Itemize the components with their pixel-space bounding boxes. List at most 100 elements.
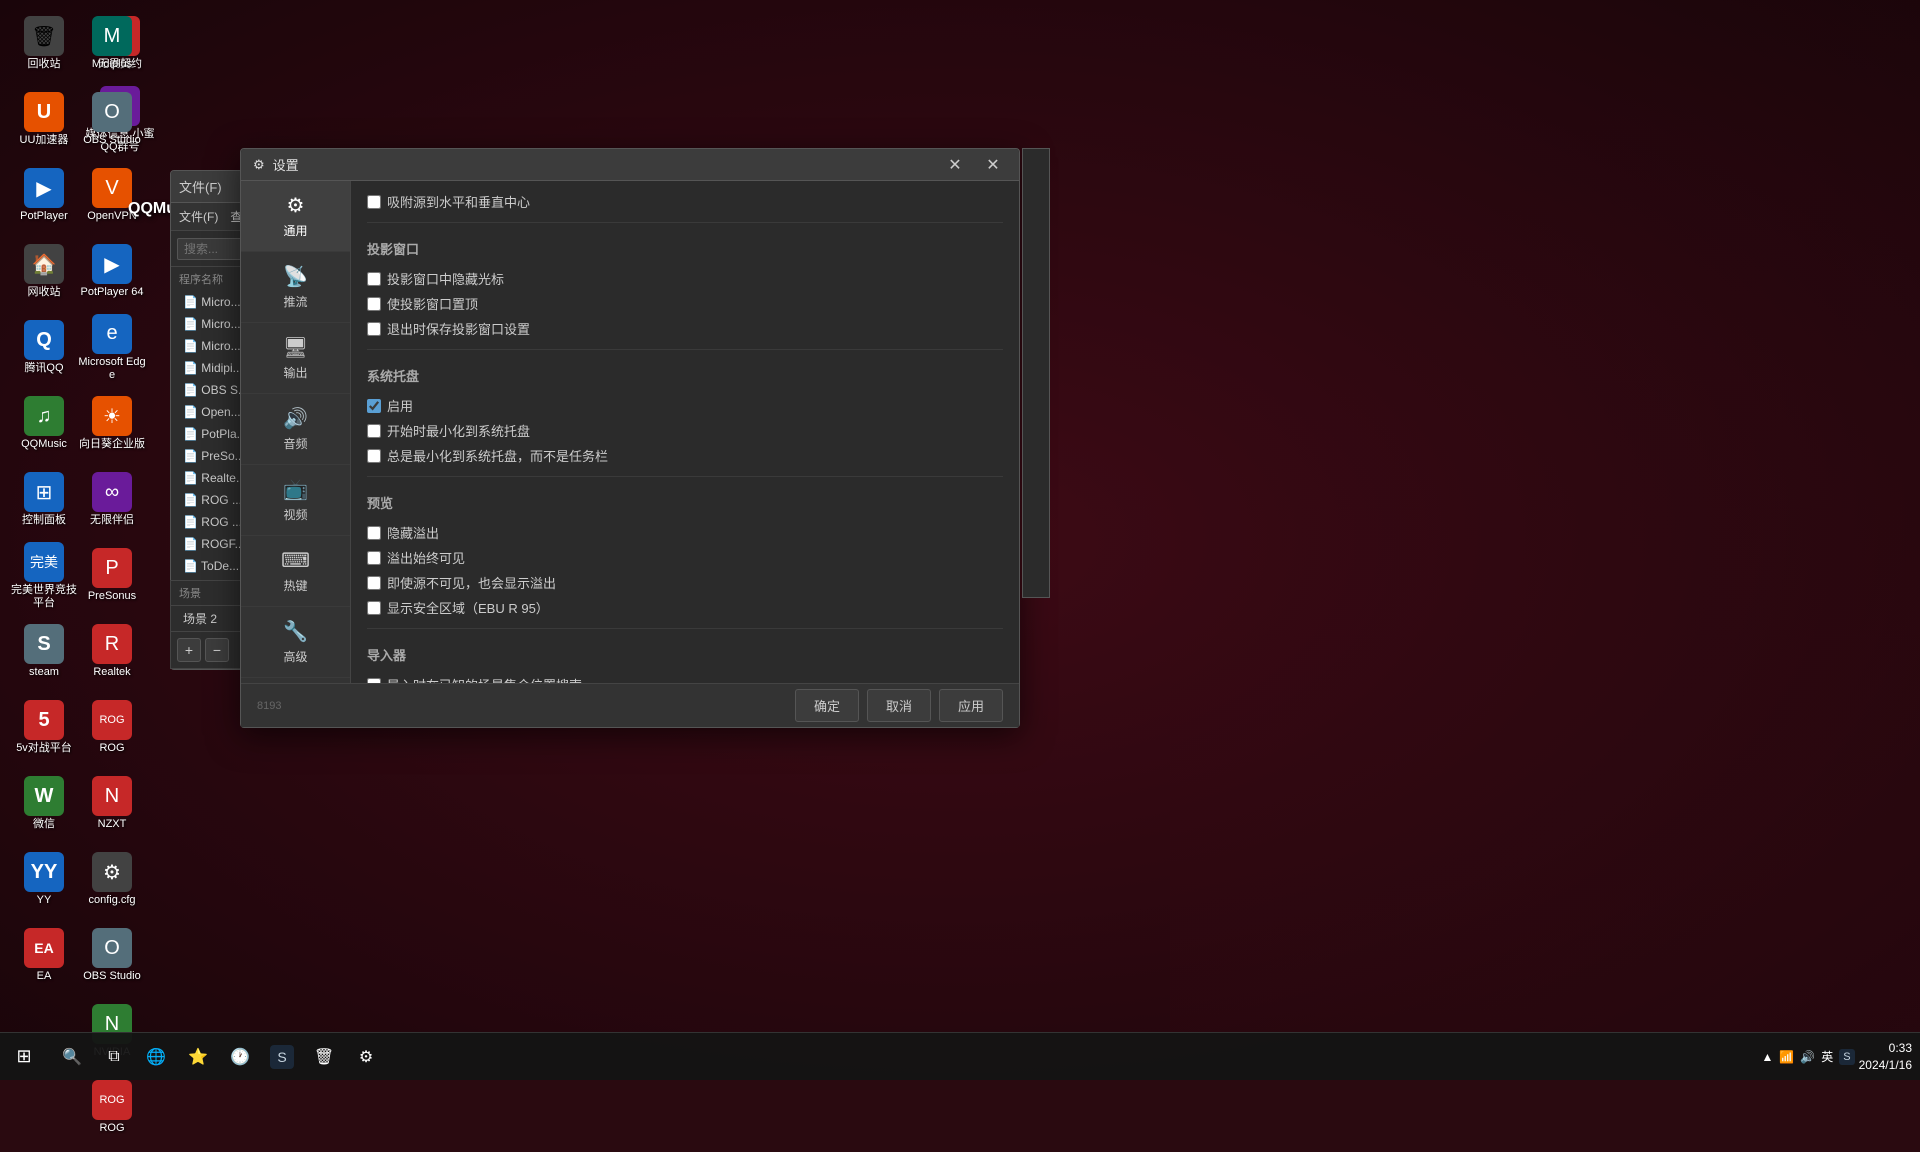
volume-icon[interactable]: 🔊 xyxy=(1800,1050,1815,1064)
fe-menu-file[interactable]: 文件(F) xyxy=(179,208,218,225)
icon-nzxt[interactable]: N NZXT xyxy=(76,768,148,840)
fe-title: 文件(F) xyxy=(179,177,222,196)
label-safe-area[interactable]: 显示安全区域（EBU R 95） xyxy=(367,598,549,617)
icon-perfect[interactable]: 完美 完美世界竞技平台 xyxy=(8,540,80,612)
tray-enable-text: 启用 xyxy=(387,396,413,415)
nav-general[interactable]: ⚙ 通用 xyxy=(241,181,350,252)
tray-always-text: 总是最小化到系统托盘，而不是任务栏 xyxy=(387,446,608,465)
cb-safe-area[interactable] xyxy=(367,601,381,615)
label-hide-cursor[interactable]: 投影窗口中隐藏光标 xyxy=(367,269,504,288)
pre-label: PreSonus xyxy=(88,590,136,603)
icon-ea[interactable]: EA EA xyxy=(8,920,80,992)
yy-icon: YY xyxy=(24,852,64,892)
nav-output[interactable]: 🖥 输出 xyxy=(241,323,350,394)
steam-sys-icon[interactable]: S xyxy=(1839,1049,1854,1065)
cb-tray-minimize[interactable] xyxy=(367,424,381,438)
icon-controlpanel[interactable]: ⊞ 控制面板 xyxy=(8,464,80,536)
cb-proj-topmost[interactable] xyxy=(367,297,381,311)
label-snap-center[interactable]: 吸附源到水平和垂直中心 xyxy=(367,192,530,211)
start-button[interactable]: ⊞ xyxy=(0,1033,48,1081)
icon-edge[interactable]: e Microsoft Edge xyxy=(76,312,148,384)
taskbar-steam[interactable]: S xyxy=(262,1037,302,1077)
nav-video[interactable]: 📺 视频 xyxy=(241,465,350,536)
icon-obs2[interactable]: O OBS Studio xyxy=(76,920,148,992)
icon-rog2[interactable]: ROG ROG xyxy=(76,1072,148,1144)
rtk-icon: R xyxy=(92,624,132,664)
cb-overflow-visible[interactable] xyxy=(367,551,381,565)
icon-pot64[interactable]: ▶ PotPlayer 64 xyxy=(76,236,148,308)
icon-openvpn[interactable]: V OpenVPN xyxy=(76,160,148,232)
icon-sunflower[interactable]: ☀ 向日葵企业版 xyxy=(76,388,148,460)
icon-qqmusic[interactable]: ♫ QQMusic xyxy=(8,388,80,460)
icon-realtek[interactable]: R Realtek xyxy=(76,616,148,688)
cb-hide-overflow[interactable] xyxy=(367,526,381,540)
network-icon[interactable]: 📶 xyxy=(1779,1050,1794,1064)
recycle-label: 回收站 xyxy=(28,58,61,71)
cb-snap-center[interactable] xyxy=(367,195,381,209)
taskbar-search[interactable]: 🔍 xyxy=(52,1037,92,1077)
icon-uu[interactable]: U UU加速器 xyxy=(8,84,80,156)
icon-potplayer[interactable]: ▶ PotPlayer xyxy=(8,160,80,232)
uu-label: UU加速器 xyxy=(20,134,69,147)
row-overflow-invisible: 即使源不可见，也会显示溢出 xyxy=(367,570,1003,595)
taskbar-clock[interactable]: 🕐 xyxy=(220,1037,260,1077)
nav-stream[interactable]: 📡 推流 xyxy=(241,252,350,323)
cp-icon: ⊞ xyxy=(24,472,64,512)
qq-label: 腾讯QQ xyxy=(24,362,63,375)
apply-button[interactable]: 应用 xyxy=(939,689,1003,722)
sun-icon: ☀ xyxy=(92,396,132,436)
icon-infinite[interactable]: ∞ 无限伴侣 xyxy=(76,464,148,536)
nav-advanced[interactable]: 🔧 高级 xyxy=(241,607,350,678)
caret-icon[interactable]: ▲ xyxy=(1761,1050,1773,1064)
cb-tray-always[interactable] xyxy=(367,449,381,463)
taskbar-taskview[interactable]: ⧉ xyxy=(94,1037,134,1077)
label-proj-topmost[interactable]: 使投影窗口置顶 xyxy=(367,294,478,313)
icon-wechat[interactable]: W 微信 xyxy=(8,768,80,840)
taskbar-recycle[interactable]: 🗑 xyxy=(304,1037,344,1077)
label-overflow-invisible[interactable]: 即使源不可见，也会显示溢出 xyxy=(367,573,556,592)
icon-rog1[interactable]: ROG ROG xyxy=(76,692,148,764)
stream-icon: 📡 xyxy=(283,264,308,289)
taskbar-settings[interactable]: ⚙ xyxy=(346,1037,386,1077)
bin-icon: 🏠 xyxy=(24,244,64,284)
dialog-close-btn[interactable]: ✕ xyxy=(941,151,969,179)
icon-midiplus[interactable]: M Midiplus xyxy=(76,8,148,80)
dialog-close-btn2[interactable]: ✕ xyxy=(979,151,1007,179)
label-tray-minimize[interactable]: 开始时最小化到系统托盘 xyxy=(367,421,530,440)
ime-icon[interactable]: 英 xyxy=(1821,1048,1833,1065)
icon-obs[interactable]: O OBS Studio xyxy=(76,84,148,156)
scene-add-btn[interactable]: + xyxy=(177,638,201,662)
ok-button[interactable]: 确定 xyxy=(795,689,859,722)
row-tray-enable: 启用 xyxy=(367,393,1003,418)
label-tray-always[interactable]: 总是最小化到系统托盘，而不是任务栏 xyxy=(367,446,608,465)
taskbar-clock-display[interactable]: 0:33 2024/1/16 xyxy=(1859,1040,1912,1074)
icon-qq[interactable]: Q 腾讯QQ xyxy=(8,312,80,384)
icon-recycle[interactable]: 🗑 回收站 xyxy=(8,8,80,80)
qqmusic-icon: ♫ xyxy=(24,396,64,436)
taskbar-star[interactable]: ⭐ xyxy=(178,1037,218,1077)
scene-remove-btn[interactable]: − xyxy=(205,638,229,662)
label-import-search[interactable]: 导入时在已知的场景集合位置搜索 xyxy=(367,675,582,683)
cb-tray-enable[interactable] xyxy=(367,399,381,413)
nav-audio[interactable]: 🔊 音频 xyxy=(241,394,350,465)
dialog-footer: 8193 确定 取消 应用 xyxy=(241,683,1019,727)
icon-steam[interactable]: S steam xyxy=(8,616,80,688)
icon-config[interactable]: ⚙ config.cfg xyxy=(76,844,148,916)
icon-recyclebin2[interactable]: 🏠 网收站 xyxy=(8,236,80,308)
cb-save-proj[interactable] xyxy=(367,322,381,336)
cb-overflow-invisible[interactable] xyxy=(367,576,381,590)
label-save-proj[interactable]: 退出时保存投影窗口设置 xyxy=(367,319,530,338)
nav-hotkey[interactable]: ⌨ 热键 xyxy=(241,536,350,607)
dialog-window-controls: ✕ ✕ xyxy=(941,151,1007,179)
status-text: 8193 xyxy=(257,700,281,712)
cancel-button[interactable]: 取消 xyxy=(867,689,931,722)
icon-yy[interactable]: YY YY xyxy=(8,844,80,916)
icon-presonus[interactable]: P PreSonus xyxy=(76,540,148,612)
label-tray-enable[interactable]: 启用 xyxy=(367,396,413,415)
icon-5v[interactable]: 5 5v对战平台 xyxy=(8,692,80,764)
taskbar-edge[interactable]: 🌐 xyxy=(136,1037,176,1077)
pot-label: PotPlayer xyxy=(20,210,68,223)
cb-hide-cursor[interactable] xyxy=(367,272,381,286)
label-hide-overflow[interactable]: 隐藏溢出 xyxy=(367,523,439,542)
label-overflow-visible[interactable]: 溢出始终可见 xyxy=(367,548,465,567)
